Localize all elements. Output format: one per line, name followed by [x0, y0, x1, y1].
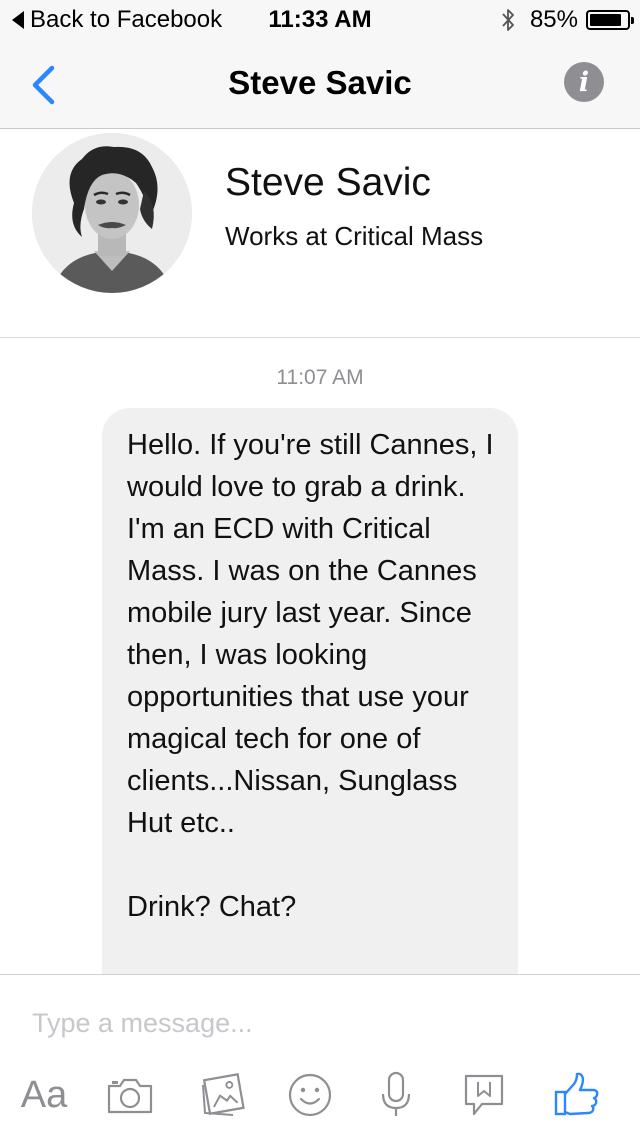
message-thread[interactable]: 11:07 AM Hello. If you're still Cannes, …	[0, 338, 640, 974]
info-icon[interactable]: i	[564, 62, 604, 102]
message-composer: Aa	[0, 974, 640, 1137]
conversation-title: Steve Savic	[228, 64, 412, 101]
navigation-bar: Steve Savic i	[0, 40, 640, 129]
text-format-icon[interactable]: Aa	[16, 1069, 72, 1121]
sticker-icon[interactable]	[456, 1069, 512, 1121]
profile-photo	[32, 133, 192, 293]
avatar[interactable]	[32, 133, 192, 293]
message-input[interactable]	[32, 1001, 592, 1045]
status-bar: Back to Facebook 11:33 AM 85%	[0, 0, 640, 40]
emoji-icon[interactable]	[282, 1069, 338, 1121]
photo-gallery-icon[interactable]	[196, 1069, 252, 1121]
profile-header: Steve Savic Works at Critical Mass	[0, 129, 640, 338]
message-timestamp: 11:07 AM	[276, 366, 364, 389]
battery-level-fill	[590, 14, 621, 26]
bluetooth-icon	[502, 9, 514, 31]
battery-percent: 85%	[529, 6, 578, 33]
camera-icon[interactable]	[102, 1069, 158, 1121]
microphone-icon[interactable]	[368, 1069, 424, 1121]
profile-name: Steve Savic	[225, 161, 431, 204]
status-indicators: 85%	[500, 6, 634, 34]
battery-icon	[586, 10, 634, 30]
incoming-message-bubble[interactable]: Hello. If you're still Cannes, I would l…	[102, 408, 518, 974]
profile-subtitle: Works at Critical Mass	[225, 221, 484, 251]
like-icon[interactable]	[548, 1069, 604, 1121]
